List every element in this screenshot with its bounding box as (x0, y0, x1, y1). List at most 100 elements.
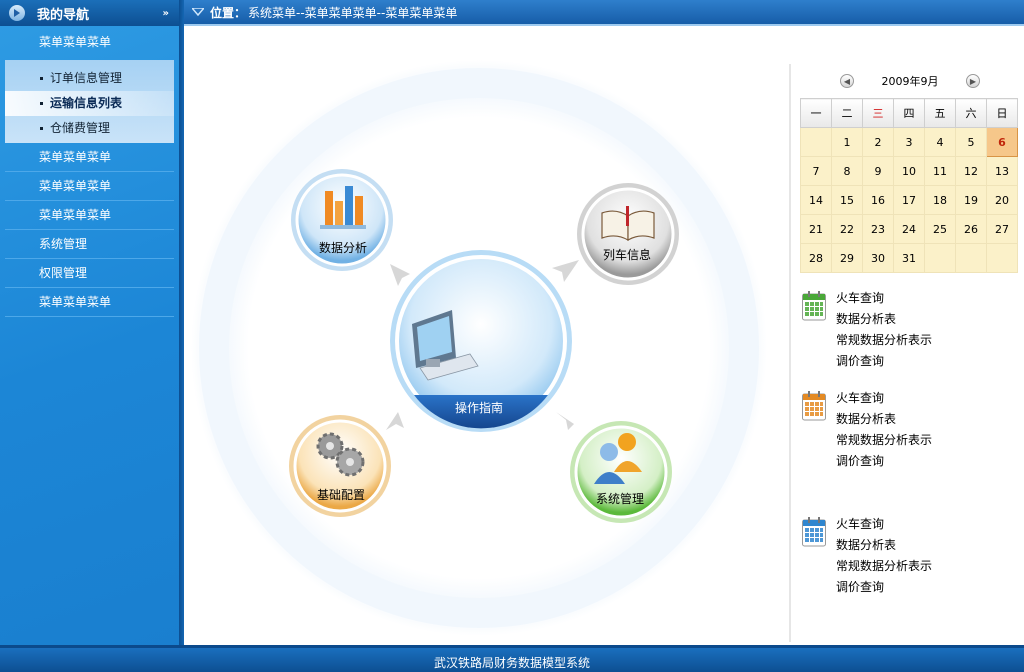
triangle-down-icon (192, 8, 204, 16)
calendar-day[interactable]: 2 (862, 127, 894, 157)
breadcrumb-bar: 位置： 系统菜单--菜单菜单菜单--菜单菜单菜单 (184, 0, 1024, 26)
collapse-chevron-icon[interactable]: » (163, 8, 169, 19)
calendar-green-icon (802, 291, 826, 321)
calendar-day[interactable]: 30 (862, 243, 894, 273)
sidebar-submenu: 订单信息管理 运输信息列表 仓储费管理 (5, 60, 174, 143)
footer-title: 武汉铁路局财务数据模型系统 (433, 656, 590, 670)
calendar-day[interactable]: 18 (924, 185, 956, 215)
quick-link[interactable]: 调价查询 (836, 454, 932, 475)
prev-month-icon[interactable]: ◀ (840, 74, 854, 88)
weekday-header: 五 (924, 98, 956, 128)
quick-link[interactable]: 火车查询 (836, 391, 932, 412)
book-icon (601, 206, 655, 242)
quick-link[interactable]: 火车查询 (836, 291, 932, 312)
bullet-icon (40, 102, 43, 105)
calendar-day[interactable]: 26 (955, 214, 987, 244)
operation-guide-label[interactable]: 操作指南 (419, 399, 539, 416)
calendar-day[interactable]: 10 (893, 156, 925, 186)
next-month-icon[interactable]: ▶ (966, 74, 980, 88)
calendar-day[interactable]: 22 (831, 214, 863, 244)
calendar-day[interactable]: 7 (800, 156, 832, 186)
calendar-empty-cell (955, 243, 987, 273)
calendar-day[interactable]: 24 (893, 214, 925, 244)
calendar-day[interactable]: 31 (893, 243, 925, 273)
calendar-day[interactable]: 29 (831, 243, 863, 273)
calendar-grid: 一二三四五六日 1 2 3 4 5 6 7 8 9 10 11 12 13 14 15 16 17 18 19 20 2… (800, 98, 1018, 273)
calendar-day[interactable]: 27 (986, 214, 1018, 244)
calendar-day[interactable]: 12 (955, 156, 987, 186)
sidebar: 我的导航 » 菜单菜单菜单 订单信息管理 运输信息列表 仓储费管理 菜单菜单菜单… (0, 0, 179, 645)
quick-link[interactable]: 常规数据分析表示 (836, 433, 932, 454)
calendar-day[interactable]: 28 (800, 243, 832, 273)
breadcrumb: 系统菜单--菜单菜单菜单--菜单菜单菜单 (248, 5, 458, 20)
quick-link[interactable]: 常规数据分析表示 (836, 559, 932, 580)
footer: 武汉铁路局财务数据模型系统 (0, 645, 1024, 672)
weekday-header: 六 (955, 98, 987, 128)
calendar-blue-icon (802, 517, 826, 547)
data-analysis-label[interactable]: 数据分析 (283, 239, 403, 256)
calendar-week-row: 21 22 23 24 25 26 27 (800, 214, 1018, 244)
calendar-day[interactable]: 23 (862, 214, 894, 244)
calendar-day[interactable]: 1 (831, 127, 863, 157)
calendar-day[interactable]: 13 (986, 156, 1018, 186)
submenu-item-order-info[interactable]: 订单信息管理 (5, 66, 174, 91)
panel-divider (789, 64, 791, 642)
sidebar-item-permissions[interactable]: 权限管理 (5, 259, 174, 288)
sidebar-item-menu-3[interactable]: 菜单菜单菜单 (5, 201, 174, 230)
calendar-day[interactable]: 6 (986, 127, 1018, 157)
calendar-orange-icon (802, 391, 826, 421)
base-config-label[interactable]: 基础配置 (281, 486, 401, 503)
calendar-day[interactable]: 11 (924, 156, 956, 186)
quick-link[interactable]: 数据分析表 (836, 538, 932, 559)
sidebar-item-menu-4[interactable]: 菜单菜单菜单 (5, 288, 174, 317)
sidebar-group-title[interactable]: 菜单菜单菜单 (0, 26, 179, 58)
calendar-day[interactable]: 25 (924, 214, 956, 244)
sidebar-item-menu-2[interactable]: 菜单菜单菜单 (5, 172, 174, 201)
calendar-empty-cell (800, 127, 832, 157)
train-info-label[interactable]: 列车信息 (567, 246, 687, 263)
calendar-week-row: 7 8 9 10 11 12 13 (800, 156, 1018, 186)
system-admin-node[interactable] (570, 421, 672, 523)
weekday-header: 二 (831, 98, 863, 128)
calendar-week-row: 28 29 30 31 (800, 243, 1018, 273)
calendar-week-row: 14 15 16 17 18 19 20 (800, 185, 1018, 215)
weekday-header: 日 (986, 98, 1018, 128)
calendar-header: ◀ 2009年9月 ▶ (840, 72, 980, 90)
bullet-icon (40, 127, 43, 130)
quick-link[interactable]: 常规数据分析表示 (836, 333, 932, 354)
calendar-day[interactable]: 15 (831, 185, 863, 215)
bullet-icon (40, 77, 43, 80)
quick-link[interactable]: 数据分析表 (836, 412, 932, 433)
play-icon (9, 5, 25, 21)
calendar-day[interactable]: 4 (924, 127, 956, 157)
sidebar-item-system-admin[interactable]: 系统管理 (5, 230, 174, 259)
hub-diagram (191, 60, 767, 636)
sidebar-item-menu-1[interactable]: 菜单菜单菜单 (5, 143, 174, 172)
submenu-item-storage-fee[interactable]: 仓储费管理 (5, 116, 174, 141)
submenu-item-transport-list[interactable]: 运输信息列表 (5, 91, 174, 116)
calendar-day[interactable]: 9 (862, 156, 894, 186)
sidebar-header-label: 我的导航 (37, 7, 90, 23)
train-info-node[interactable] (577, 183, 679, 285)
calendar-month-label: 2009年9月 (881, 75, 939, 88)
sidebar-header[interactable]: 我的导航 » (0, 0, 179, 26)
calendar-day[interactable]: 14 (800, 185, 832, 215)
calendar-day[interactable]: 19 (955, 185, 987, 215)
calendar-week-row: 123456 (800, 127, 1018, 157)
calendar-day[interactable]: 21 (800, 214, 832, 244)
calendar-day[interactable]: 17 (893, 185, 925, 215)
location-label: 位置： (210, 5, 247, 20)
quick-link[interactable]: 调价查询 (836, 580, 932, 601)
weekday-header: 三 (862, 98, 894, 128)
system-admin-label[interactable]: 系统管理 (560, 490, 680, 507)
calendar-day[interactable]: 16 (862, 185, 894, 215)
main-content: 数据分析 列车信息 操作指南 基础配置 系统管理 (184, 28, 790, 645)
quick-link[interactable]: 火车查询 (836, 517, 932, 538)
quick-link[interactable]: 调价查询 (836, 354, 932, 375)
calendar-day[interactable]: 20 (986, 185, 1018, 215)
quick-link[interactable]: 数据分析表 (836, 312, 932, 333)
calendar-day[interactable]: 3 (893, 127, 925, 157)
calendar-day[interactable]: 5 (955, 127, 987, 157)
calendar-empty-cell (924, 243, 956, 273)
calendar-day[interactable]: 8 (831, 156, 863, 186)
